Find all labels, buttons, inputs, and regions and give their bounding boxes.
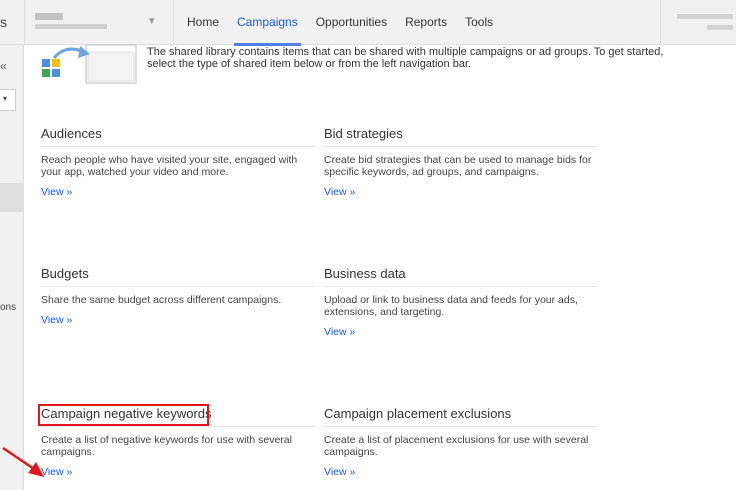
account-selector[interactable]: ▾: [24, 0, 174, 45]
card-business-data: Business data Upload or link to business…: [323, 266, 598, 340]
shared-library-icon: [42, 44, 137, 84]
sidebar-item-fragment[interactable]: ons: [0, 302, 16, 313]
intro-description: The shared library contains items that c…: [147, 46, 664, 70]
card-description: Create a list of placement exclusions fo…: [324, 434, 589, 458]
card-title: Bid strategies: [323, 126, 598, 147]
view-audiences-link[interactable]: View »: [40, 186, 72, 198]
chevron-down-icon[interactable]: ▾: [149, 14, 155, 27]
chevron-down-icon: ▾: [3, 94, 8, 103]
product-name-fragment: s: [0, 14, 7, 30]
nav-campaigns[interactable]: Campaigns: [228, 0, 307, 46]
card-title: Campaign placement exclusions: [323, 406, 598, 427]
main-nav: Home Campaigns Opportunities Reports Too…: [178, 0, 502, 46]
manager-label-redacted: [677, 14, 733, 19]
card-description: Upload or link to business data and feed…: [324, 294, 578, 318]
card-description: Share the same budget across different c…: [41, 294, 282, 306]
card-budgets: Budgets Share the same budget across dif…: [40, 266, 315, 328]
account-info[interactable]: [660, 0, 736, 45]
card-campaign-placement-exclusions: Campaign placement exclusions Create a l…: [323, 406, 598, 480]
sidebar-dropdown[interactable]: ▾: [0, 89, 16, 111]
view-bid-strategies-link[interactable]: View »: [323, 186, 355, 198]
card-description: Create bid strategies that can be used t…: [324, 154, 592, 178]
sidebar-item-selected[interactable]: [0, 183, 24, 212]
nav-home[interactable]: Home: [178, 0, 228, 45]
card-title: Business data: [323, 266, 598, 287]
collapse-sidebar-button[interactable]: «: [0, 59, 7, 73]
view-business-data-link[interactable]: View »: [323, 326, 355, 338]
left-sidebar: « ▾ ons: [0, 45, 24, 490]
top-bar: s ▾ Home Campaigns Opportunities Reports…: [0, 0, 736, 46]
view-budgets-link[interactable]: View »: [40, 314, 72, 326]
card-audiences: Audiences Reach people who have visited …: [40, 126, 315, 200]
red-arrow-icon: [2, 446, 44, 477]
nav-opportunities[interactable]: Opportunities: [307, 0, 396, 45]
card-title: Audiences: [40, 126, 315, 147]
card-bid-strategies: Bid strategies Create bid strategies tha…: [323, 126, 598, 200]
manager-id-redacted: [707, 25, 733, 30]
card-title: Budgets: [40, 266, 315, 287]
nav-tools[interactable]: Tools: [456, 0, 502, 45]
nav-reports[interactable]: Reports: [396, 0, 456, 45]
view-placement-exclusions-link[interactable]: View »: [323, 466, 355, 478]
account-name-redacted: [35, 13, 63, 20]
account-id-redacted: [35, 24, 107, 29]
highlight-box: [38, 404, 209, 426]
card-description: Create a list of negative keywords for u…: [41, 434, 292, 458]
card-description: Reach people who have visited your site,…: [41, 154, 298, 178]
